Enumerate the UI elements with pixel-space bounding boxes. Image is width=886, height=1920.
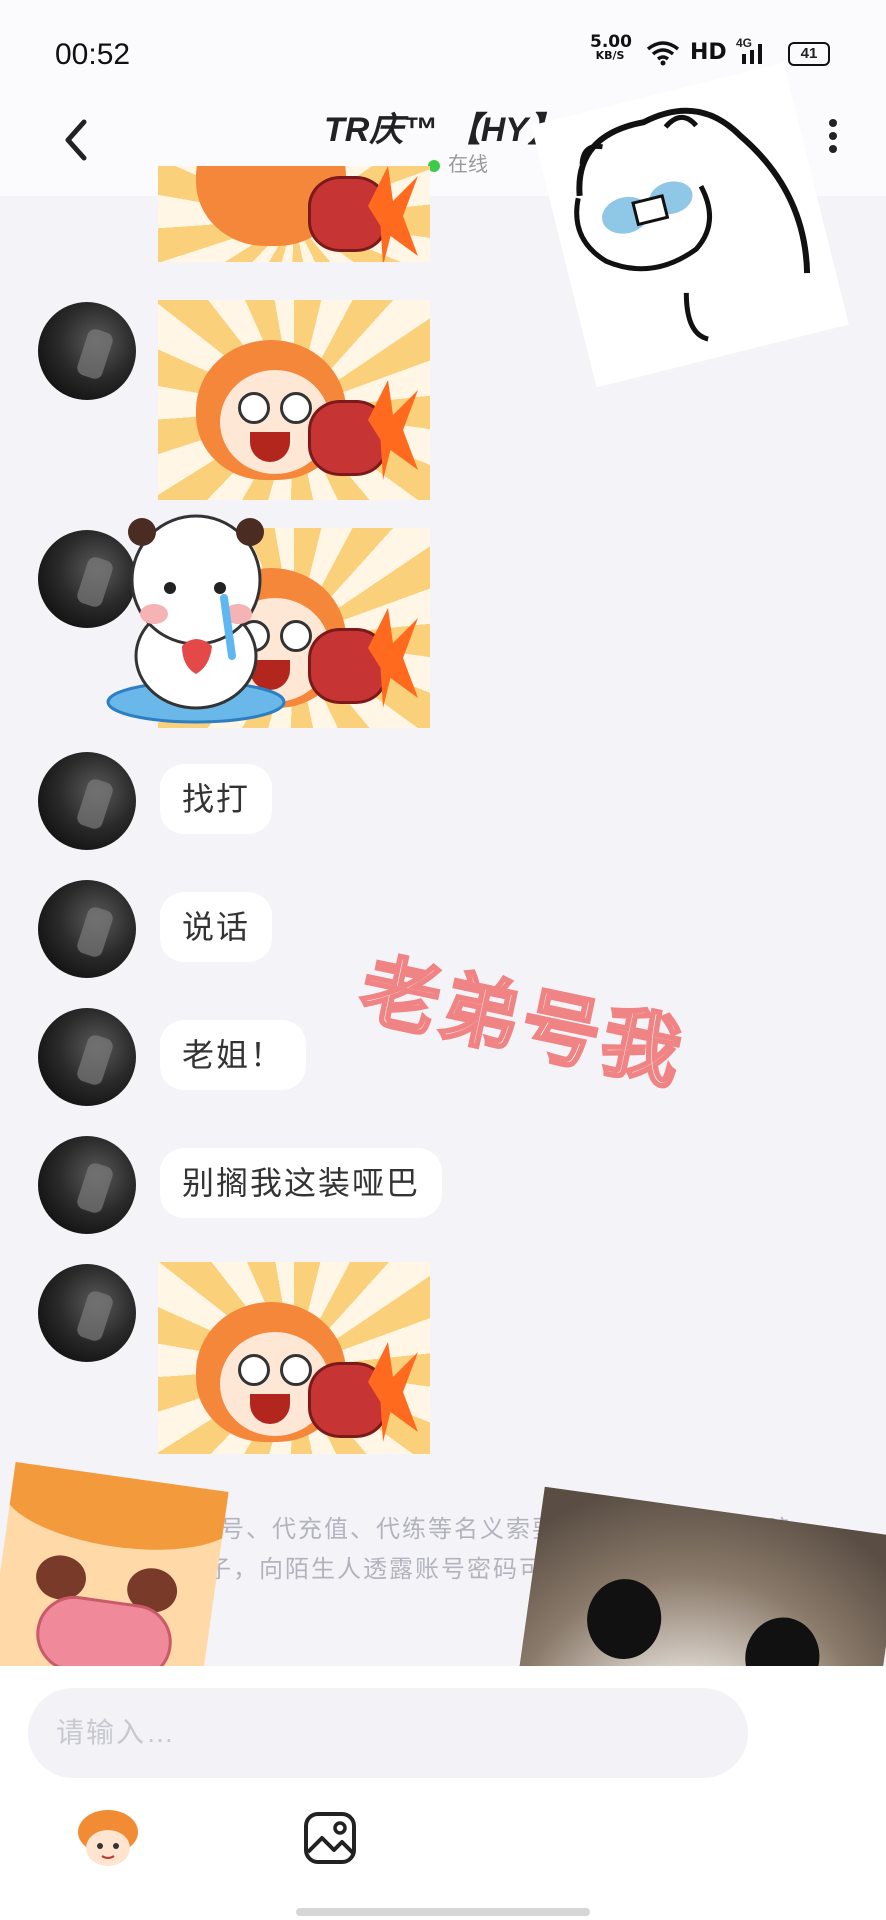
battery-indicator: 41 [788,42,830,66]
network-speed-unit: KB/S [595,49,625,62]
sticker-icon[interactable] [76,1808,140,1872]
avatar[interactable] [38,1264,136,1362]
more-vertical-icon[interactable] [822,114,844,164]
message-input-bar: 请输入… [0,1666,886,1920]
avatar[interactable] [38,302,136,400]
message-bubble[interactable]: 老姐！ [160,1020,307,1090]
message-input[interactable]: 请输入… [28,1688,748,1778]
wifi-icon [646,41,680,66]
crying-anime-girl-sticker [0,1462,229,1700]
message-bubble[interactable]: 别搁我这装哑巴 [160,1148,443,1218]
chat-message-list[interactable]: 找打 说话 老姐！ 别搁我这装哑巴 [0,166,886,1666]
crying-panda-sticker [106,514,286,724]
avatar[interactable] [38,752,136,850]
hd-label: HD [690,40,727,65]
avatar[interactable] [38,880,136,978]
signal-label: 4G [736,36,753,50]
avatar[interactable] [38,1008,136,1106]
online-status-text: 在线 [448,154,488,176]
punch-sticker-image[interactable] [158,166,430,262]
online-status: 在线 [428,148,488,177]
cellular-signal-icon: 4G [736,36,772,66]
message-bubble[interactable]: 说话 [160,892,273,962]
network-speed-value: 5.00 [590,32,632,52]
status-time: 00:52 [55,38,131,71]
image-icon[interactable] [300,1808,364,1872]
avatar[interactable] [38,1136,136,1234]
message-bubble[interactable]: 找打 [160,764,273,834]
punch-sticker-image[interactable] [158,1262,430,1454]
punch-sticker-image[interactable] [158,300,430,500]
network-speed: 5.00 KB/S [590,32,632,63]
home-indicator[interactable] [296,1908,590,1916]
